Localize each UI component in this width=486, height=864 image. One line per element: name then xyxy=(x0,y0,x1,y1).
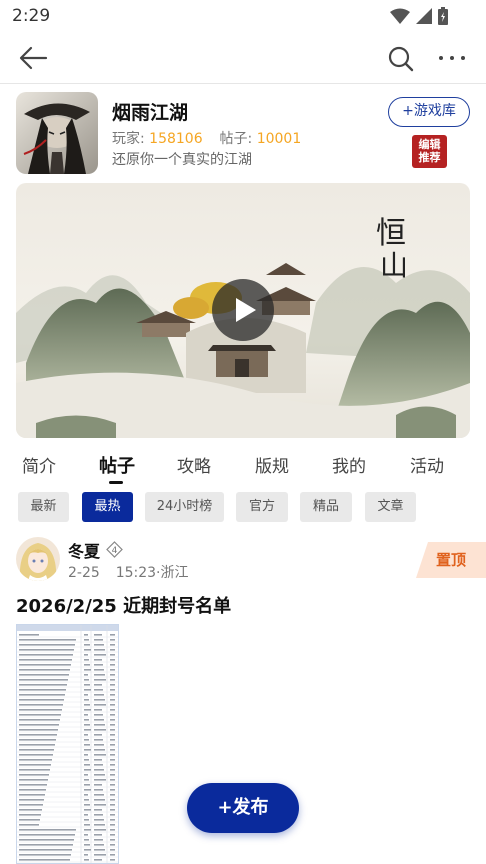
game-slogan: 还原你一个真实的江湖 xyxy=(112,152,252,168)
more-dots-icon xyxy=(439,56,465,60)
app-bar xyxy=(0,32,486,84)
level-number: 4 xyxy=(112,546,118,556)
battery-icon xyxy=(438,7,448,25)
posts-count: 10001 xyxy=(256,131,302,147)
status-time: 2:29 xyxy=(12,6,51,26)
search-button[interactable] xyxy=(386,44,416,74)
game-stats: 玩家: 158106 帖子: 10001 xyxy=(112,128,301,148)
tab-active-indicator xyxy=(109,481,123,484)
post-time: 15:23 xyxy=(115,565,157,581)
level-badge-icon: 4 xyxy=(106,541,123,558)
search-icon xyxy=(388,46,414,72)
tab-mine[interactable]: 我的 xyxy=(332,452,366,477)
filter-official[interactable]: 官方 xyxy=(236,492,288,522)
post-image-thumbnail[interactable] xyxy=(16,624,119,864)
filter-featured[interactable]: 精品 xyxy=(300,492,352,522)
signal-icon xyxy=(416,8,432,24)
players-count: 158106 xyxy=(149,131,203,147)
add-to-library-button[interactable]: +游戏库 xyxy=(388,97,470,127)
filter-24h-ranking[interactable]: 24小时榜 xyxy=(145,492,224,522)
post-meta: 2-25 15:23·浙江 xyxy=(68,562,189,582)
back-button[interactable] xyxy=(18,44,50,72)
filter-latest[interactable]: 最新 xyxy=(18,492,69,522)
banner-calligraphy-2: 山 xyxy=(380,249,408,282)
wifi-icon xyxy=(390,8,410,24)
post-author-name[interactable]: 冬夏 xyxy=(68,538,100,562)
play-icon xyxy=(236,298,256,322)
banner-calligraphy-1: 恒 xyxy=(376,216,406,251)
tab-guides[interactable]: 攻略 xyxy=(177,452,211,477)
pinned-badge: 置顶 xyxy=(416,542,486,578)
tab-events[interactable]: 活动 xyxy=(410,452,444,477)
game-title: 烟雨江湖 xyxy=(112,102,189,124)
arrow-left-icon xyxy=(19,46,48,70)
post-title[interactable]: 2026/2/25 近期封号名单 xyxy=(16,592,231,618)
filter-articles[interactable]: 文章 xyxy=(365,492,416,522)
players-label: 玩家: xyxy=(112,131,145,147)
publish-button[interactable]: +发布 xyxy=(187,783,299,833)
video-banner[interactable]: 恒 山 xyxy=(16,183,470,438)
pinned-label: 置顶 xyxy=(435,551,466,569)
posts-label: 帖子: xyxy=(219,131,253,147)
more-button[interactable] xyxy=(436,48,468,68)
game-cover-image[interactable] xyxy=(16,92,98,174)
section-tabs: 简介 帖子 攻略 版规 我的 活动 xyxy=(0,446,486,486)
status-bar: 2:29 xyxy=(0,0,486,32)
editor-pick-line1: 编辑 xyxy=(418,138,441,151)
game-header: 烟雨江湖 玩家: 158106 帖子: 10001 还原你一个真实的江湖 +游戏… xyxy=(0,84,486,180)
play-button[interactable] xyxy=(212,279,274,341)
status-icons xyxy=(390,7,448,25)
post-location: 浙江 xyxy=(160,565,189,581)
editor-pick-badge: 编辑 推荐 xyxy=(412,135,447,168)
tab-posts[interactable]: 帖子 xyxy=(99,452,135,478)
post-date: 2-25 xyxy=(68,565,100,581)
editor-pick-line2: 推荐 xyxy=(418,151,441,164)
tab-intro[interactable]: 简介 xyxy=(22,452,56,477)
author-avatar[interactable] xyxy=(16,537,60,581)
tab-rules[interactable]: 版规 xyxy=(255,452,289,477)
filter-hottest[interactable]: 最热 xyxy=(82,492,133,522)
